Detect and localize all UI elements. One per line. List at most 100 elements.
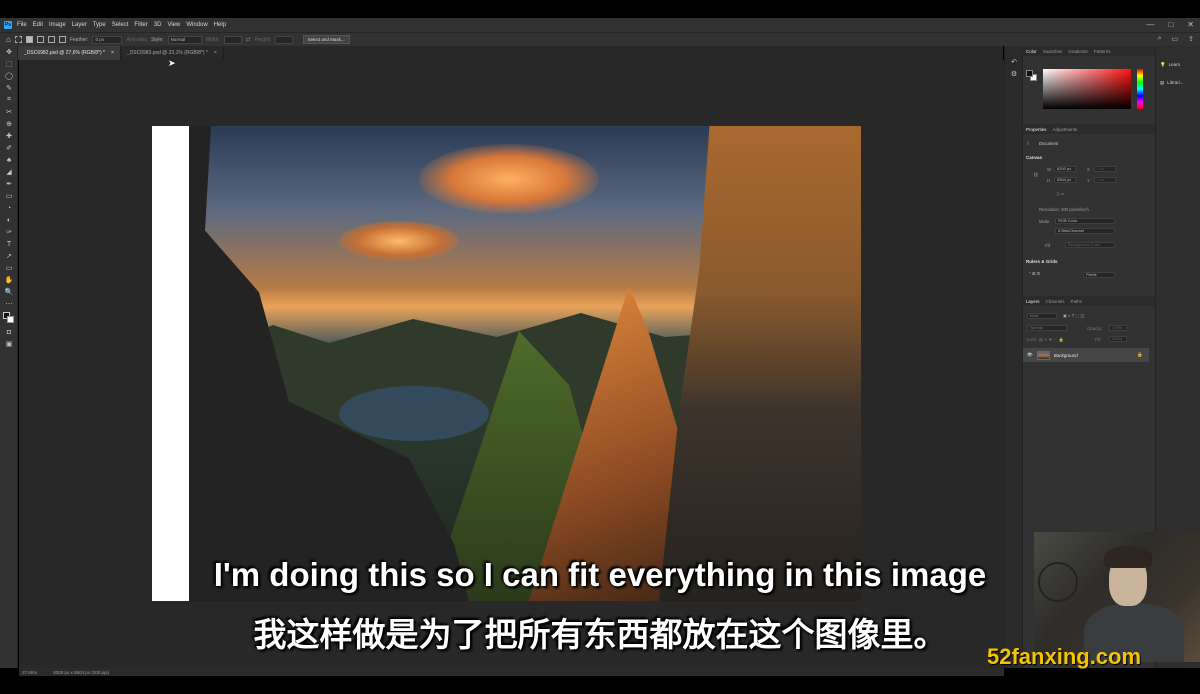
lock-icons[interactable]: ▨ ✎ ✥ ⬚ 🔒 (1039, 337, 1064, 343)
menu-3d[interactable]: 3D (154, 22, 162, 28)
menu-type[interactable]: Type (93, 22, 106, 28)
foreground-color-swatch[interactable] (1026, 70, 1033, 77)
link-icon[interactable]: ⛓ (1033, 172, 1038, 178)
learn-button[interactable]: 💡 Learn (1160, 58, 1198, 71)
color-swatches[interactable] (0, 310, 17, 326)
fill-input[interactable]: 100% (1109, 336, 1127, 342)
tab-dsc6982[interactable]: _DSC6982.psd @ 27,6% (RGB/8*) * × (18, 46, 121, 60)
visibility-eye-icon[interactable]: 👁 (1027, 352, 1033, 358)
tab-channels[interactable]: Channels (1046, 299, 1065, 304)
clone-stamp-tool-icon[interactable]: ♣ (0, 154, 18, 166)
tab-properties[interactable]: Properties (1026, 127, 1047, 132)
fill-select[interactable]: Background Color (1065, 242, 1115, 248)
screen-mode-icon[interactable]: ▣ (0, 338, 18, 350)
menu-filter[interactable]: Filter (134, 22, 147, 28)
lock-icon[interactable]: 🔒 (1137, 352, 1143, 358)
intersect-selection-icon[interactable] (58, 36, 66, 43)
menu-help[interactable]: Help (214, 22, 226, 28)
document-info[interactable]: 8200 px x 5504 px (300 ppi) (53, 670, 109, 675)
libraries-button[interactable]: ▤ Librari... (1160, 76, 1198, 89)
zoom-level[interactable]: 27,65% (22, 670, 37, 675)
menu-edit[interactable]: Edit (33, 22, 43, 28)
dodge-tool-icon[interactable]: ◐ (0, 214, 18, 226)
pen-tool-icon[interactable]: ✑ (0, 226, 18, 238)
close-window-button[interactable]: ✕ (1187, 20, 1194, 29)
tab-adjustments[interactable]: Adjustments (1053, 127, 1078, 132)
crop-tool-icon[interactable]: ⌗ (0, 94, 18, 106)
lasso-tool-icon[interactable]: ◯ (0, 70, 18, 82)
feather-input[interactable]: 0 px (92, 35, 123, 44)
blur-tool-icon[interactable]: ◔ (0, 202, 18, 214)
canvas-y-field[interactable]: 0 px (1094, 177, 1116, 183)
marquee-tool-icon[interactable]: ⬚ (0, 58, 18, 70)
menu-view[interactable]: View (167, 22, 180, 28)
height-input[interactable] (274, 35, 293, 44)
tool-presets-icon[interactable]: ⚙ (1005, 68, 1023, 80)
canvas-width-field[interactable]: 8200 px (1054, 166, 1076, 172)
minimize-button[interactable]: — (1146, 20, 1154, 29)
rectangle-tool-icon[interactable]: ▭ (0, 262, 18, 274)
brush-tool-icon[interactable]: ✐ (0, 142, 18, 154)
select-and-mask-button[interactable]: Select and Mask... (302, 35, 350, 44)
quick-mask-icon[interactable]: ◘ (0, 326, 18, 338)
color-picker-field[interactable] (1043, 69, 1131, 109)
style-select[interactable]: Normal (167, 35, 202, 44)
swap-icon[interactable]: ⇄ (246, 36, 251, 43)
menu-window[interactable]: Window (186, 22, 207, 28)
document-canvas[interactable] (152, 126, 861, 601)
path-select-tool-icon[interactable]: ➚ (0, 250, 18, 262)
mode-select[interactable]: RGB Color (1055, 218, 1115, 224)
history-brush-tool-icon[interactable]: ◢ (0, 166, 18, 178)
tab-gradients[interactable]: Gradients (1068, 49, 1088, 54)
rulers-grids-title[interactable]: Rulers & Grids (1026, 259, 1058, 264)
orientation-icons[interactable]: ▯ ▭ (1057, 191, 1064, 196)
layer-name[interactable]: Background (1054, 353, 1078, 358)
close-tab-icon[interactable]: × (214, 50, 217, 56)
menu-layer[interactable]: Layer (72, 22, 87, 28)
tab-paths[interactable]: Paths (1071, 299, 1083, 304)
new-selection-icon[interactable] (25, 36, 33, 43)
hue-slider[interactable] (1137, 69, 1143, 109)
hand-tool-icon[interactable]: ✋ (0, 274, 18, 286)
menu-file[interactable]: File (17, 22, 27, 28)
zoom-tool-icon[interactable]: 🔍 (0, 286, 18, 298)
background-color-swatch[interactable] (7, 316, 14, 323)
healing-tool-icon[interactable]: ✚ (0, 130, 18, 142)
canvas-section-title[interactable]: Canvas (1026, 155, 1042, 160)
layer-filter-kind[interactable]: Kind (1027, 313, 1057, 319)
width-input[interactable] (223, 35, 242, 44)
subtract-selection-icon[interactable] (47, 36, 55, 43)
tab-layers[interactable]: Layers (1026, 299, 1040, 304)
marquee-tool-preset-icon[interactable] (14, 36, 22, 43)
opacity-input[interactable]: 100% (1109, 325, 1127, 331)
blend-mode-select[interactable]: Normal (1027, 325, 1067, 331)
tab-swatches[interactable]: Swatches (1043, 49, 1063, 54)
ruler-units-select[interactable]: Pixels (1083, 272, 1115, 278)
maximize-button[interactable]: □ (1168, 20, 1173, 29)
eyedropper-tool-icon[interactable]: ⊕ (0, 118, 18, 130)
antialias-checkbox[interactable]: Anti-alias (126, 37, 147, 43)
type-tool-icon[interactable]: T (0, 238, 18, 250)
home-icon[interactable]: ⌂ (6, 35, 11, 44)
search-icon[interactable]: ⌕ (1158, 35, 1162, 43)
quick-select-tool-icon[interactable]: ✎ (0, 82, 18, 94)
workspace-icon[interactable]: ▭ (1172, 35, 1179, 43)
ruler-icons[interactable]: ⌜ ⊞ ⊡ (1029, 271, 1040, 276)
frame-tool-icon[interactable]: ✂ (0, 106, 18, 118)
more-tools-icon[interactable]: ⋯ (0, 298, 18, 310)
menu-select[interactable]: Select (112, 22, 129, 28)
gradient-tool-icon[interactable]: ▭ (0, 190, 18, 202)
menu-image[interactable]: Image (49, 22, 66, 28)
add-selection-icon[interactable] (36, 36, 44, 43)
close-tab-icon[interactable]: × (111, 50, 114, 56)
eraser-tool-icon[interactable]: ✒ (0, 178, 18, 190)
tab-patterns[interactable]: Patterns (1094, 49, 1111, 54)
layer-filter-icons[interactable]: ▣ ◐ T ⬚ ◫ (1063, 313, 1084, 318)
share-icon[interactable]: ⇪ (1188, 35, 1194, 43)
tab-color[interactable]: Color (1026, 49, 1037, 54)
layer-row-background[interactable]: 👁 Background 🔒 (1023, 348, 1149, 362)
history-icon[interactable]: ↶ (1005, 56, 1023, 68)
bit-depth-select[interactable]: 8 Bits/Channel (1055, 228, 1115, 234)
move-tool-icon[interactable]: ✥ (0, 46, 18, 58)
canvas-x-field[interactable]: 0 px (1094, 166, 1116, 172)
